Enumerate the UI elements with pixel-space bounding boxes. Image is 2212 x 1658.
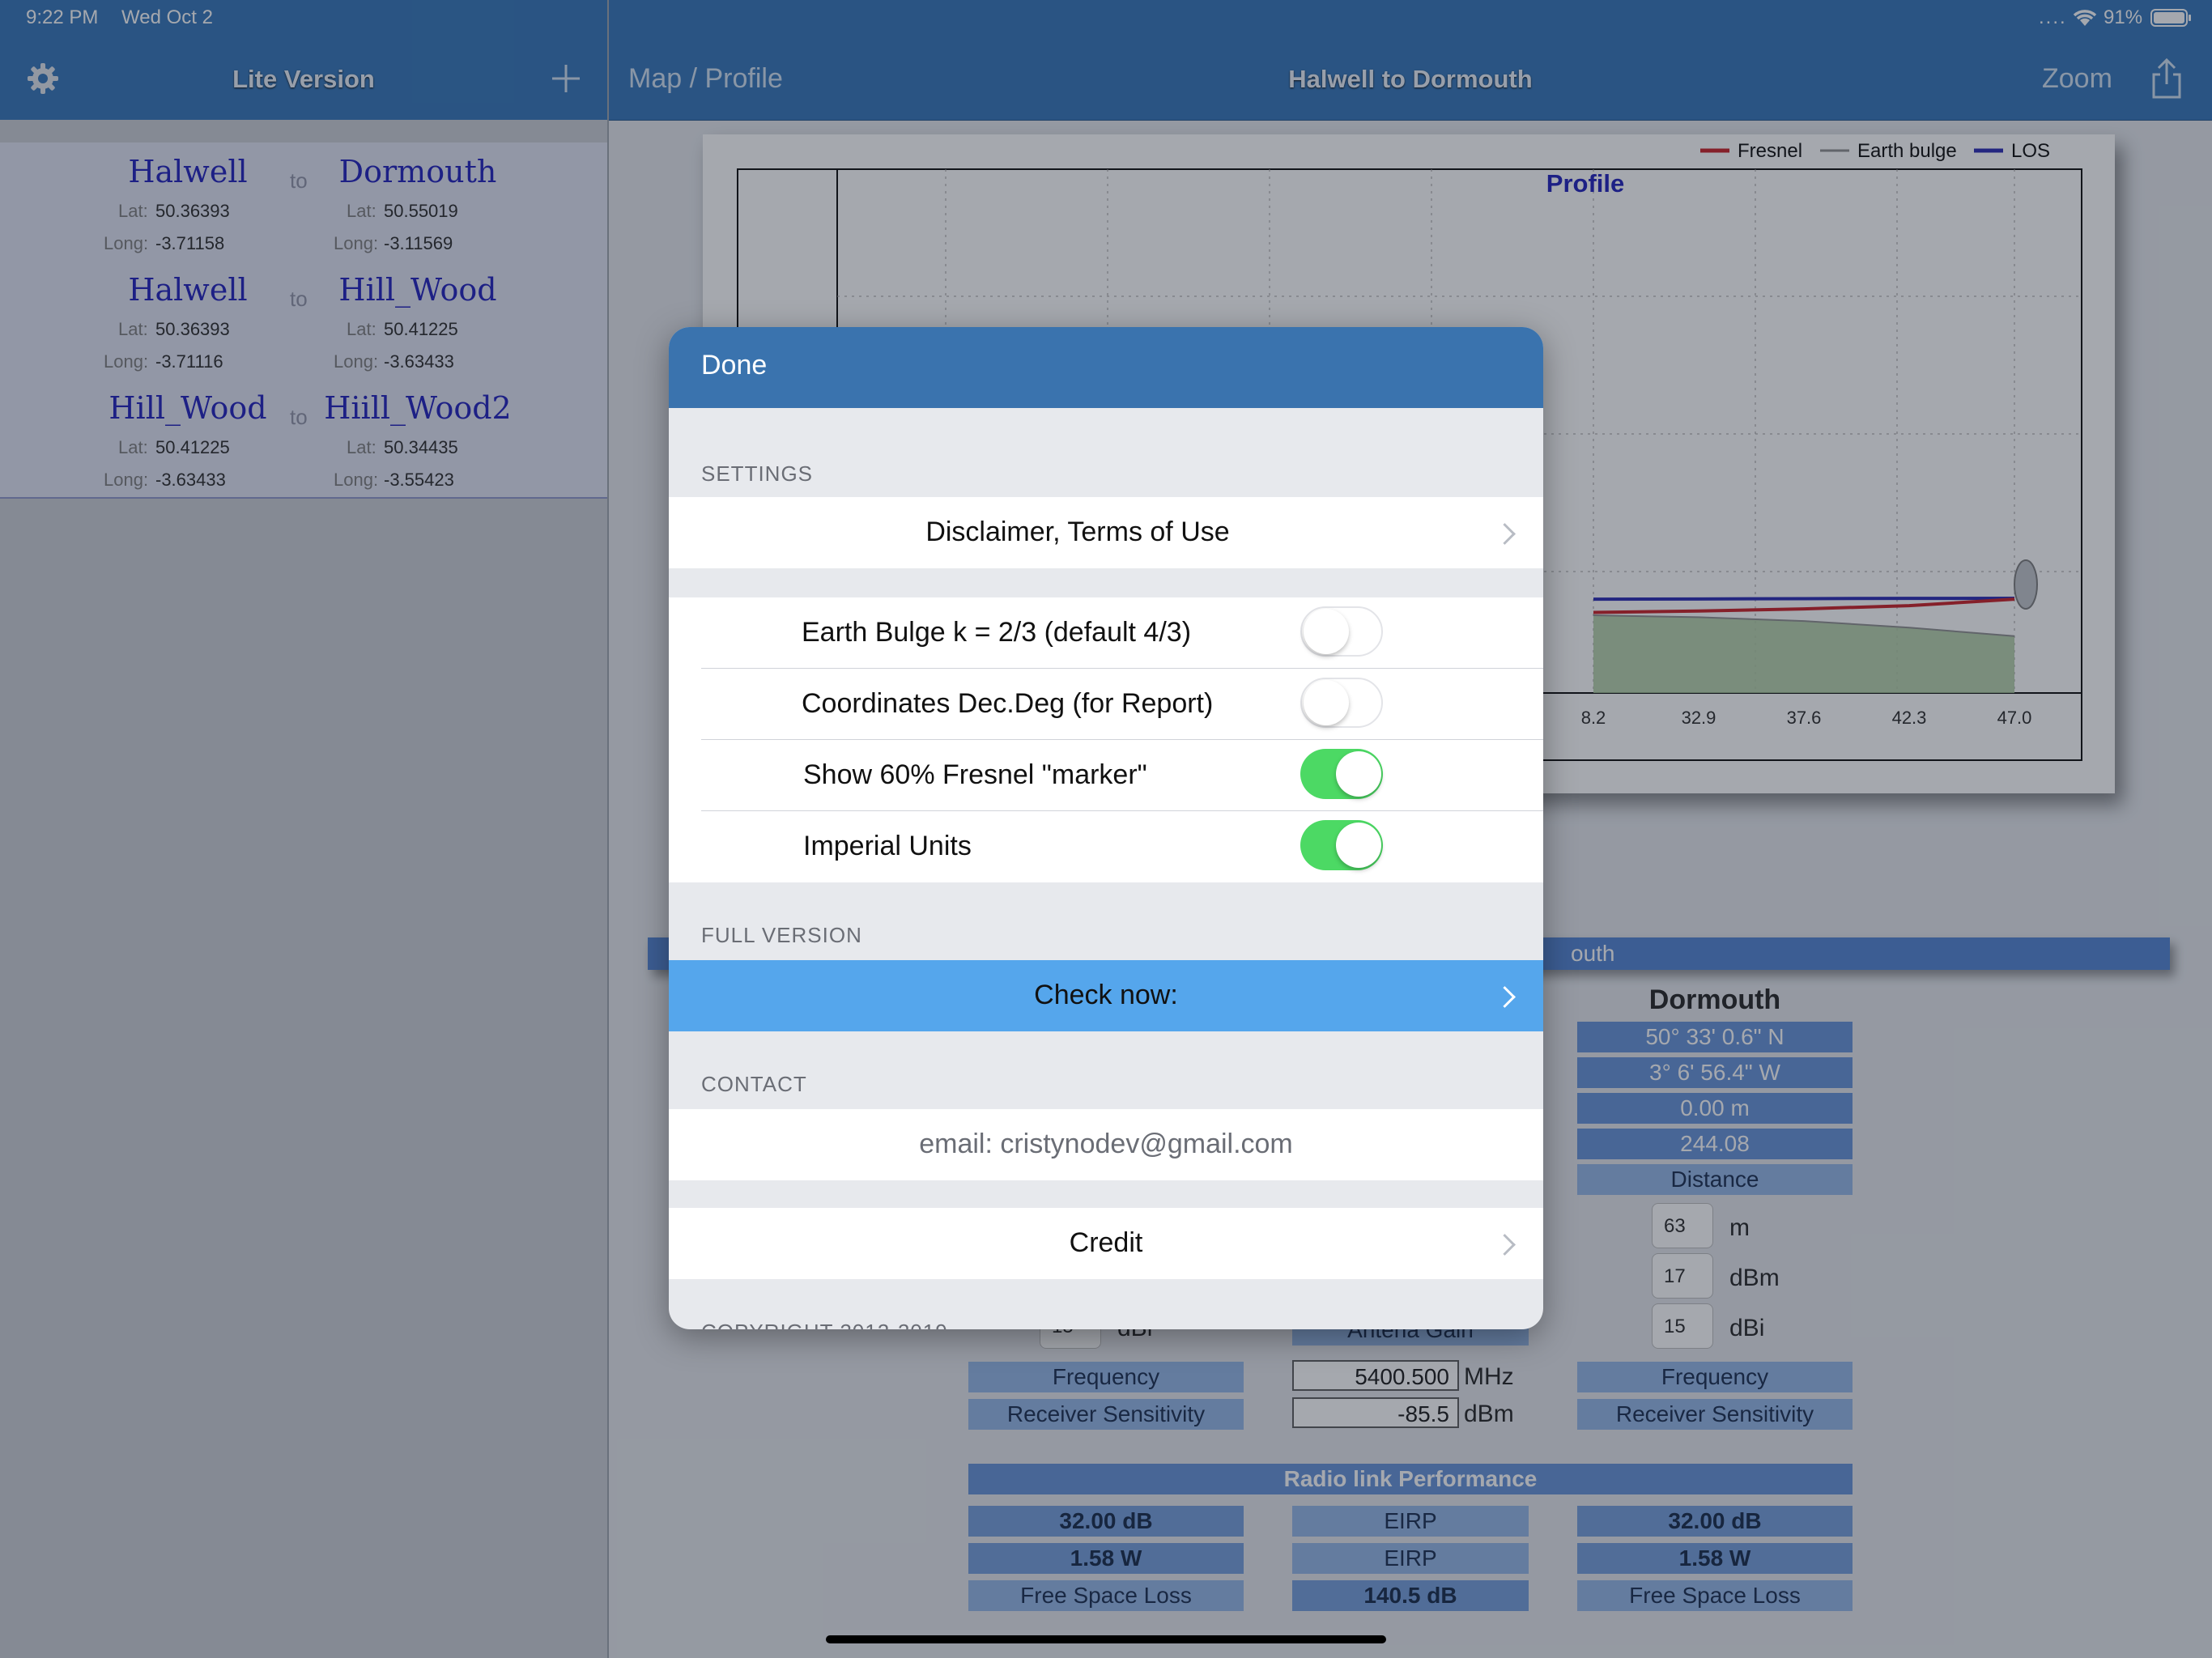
earth-bulge-toggle[interactable] [1300, 606, 1383, 657]
toggle-knob [1336, 823, 1381, 868]
separator [701, 668, 1543, 669]
coordinates-toggle[interactable] [1300, 678, 1383, 728]
full-version-section-header: FULL VERSION [701, 923, 862, 947]
chevron-right-icon [1494, 523, 1516, 545]
disclaimer-row[interactable]: Disclaimer, Terms of Use [669, 497, 1543, 568]
toggle-knob [1304, 680, 1349, 725]
fresnel-marker-toggle[interactable] [1300, 749, 1383, 799]
home-indicator[interactable] [826, 1635, 1386, 1643]
check-now-label: Check now: [1034, 980, 1178, 1010]
separator [701, 739, 1543, 740]
imperial-units-toggle[interactable] [1300, 820, 1383, 870]
modal-header: Done [669, 327, 1543, 408]
separator [701, 810, 1543, 811]
check-now-row[interactable]: Check now: [669, 960, 1543, 1031]
fresnel-marker-label: Show 60% Fresnel "marker" [803, 759, 1147, 790]
email-row[interactable]: email: cristynodev@gmail.com [669, 1109, 1543, 1180]
imperial-units-label: Imperial Units [803, 831, 972, 861]
disclaimer-label: Disclaimer, Terms of Use [925, 517, 1230, 547]
credit-row[interactable]: Credit [669, 1208, 1543, 1279]
done-button[interactable]: Done [701, 350, 767, 381]
coordinates-label: Coordinates Dec.Deg (for Report) [802, 688, 1214, 719]
contact-section-header: CONTACT [701, 1072, 807, 1096]
settings-section-header: SETTINGS [701, 461, 814, 486]
toggle-knob [1304, 609, 1349, 654]
email-text: email: cristynodev@gmail.com [919, 1129, 1293, 1159]
settings-modal: Done SETTINGS Disclaimer, Terms of Use E… [669, 327, 1543, 1329]
earth-bulge-label: Earth Bulge k = 2/3 (default 4/3) [802, 617, 1192, 648]
toggle-knob [1336, 751, 1381, 797]
credit-label: Credit [1069, 1227, 1143, 1258]
toggle-group: Earth Bulge k = 2/3 (default 4/3) Coordi… [669, 597, 1543, 882]
copyright-text: COPYRIGHT 2012-2019 [701, 1320, 948, 1329]
